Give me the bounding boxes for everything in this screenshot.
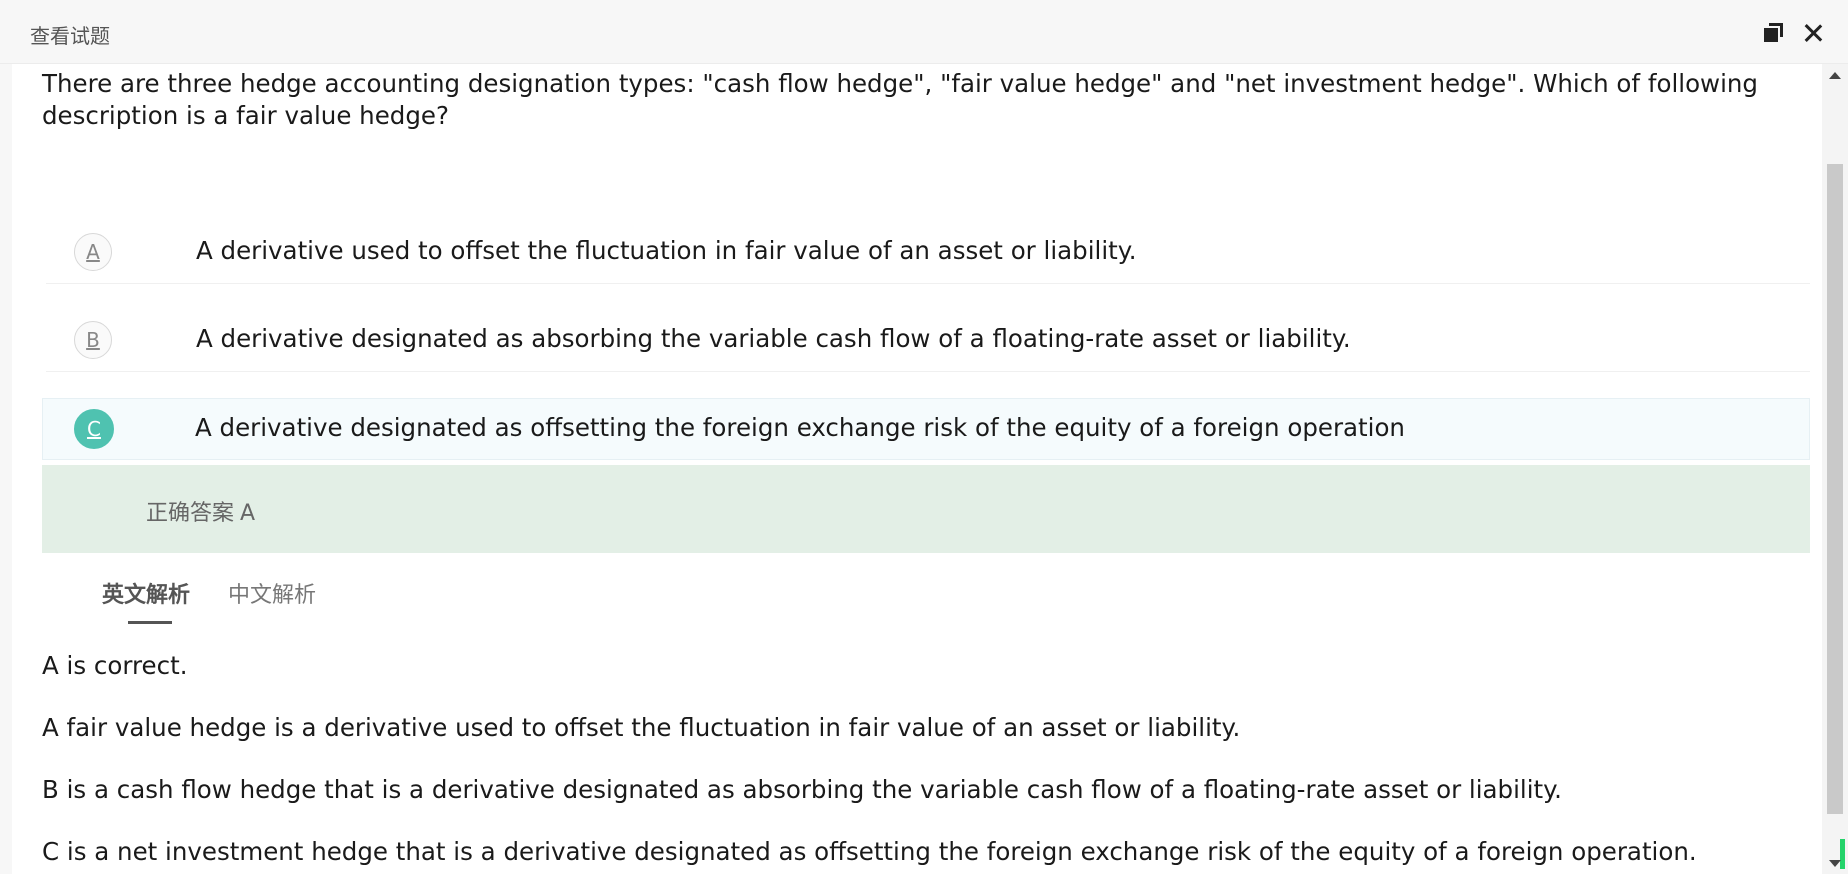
explanation-line: A is correct. bbox=[42, 651, 188, 680]
correct-answer-banner: 正确答案 A bbox=[42, 465, 1810, 553]
vertical-scrollbar[interactable] bbox=[1822, 64, 1848, 874]
option-c[interactable]: C A derivative designated as offsetting … bbox=[42, 398, 1810, 460]
option-b-text[interactable]: A derivative designated as absorbing the… bbox=[196, 324, 1351, 353]
left-rail bbox=[0, 64, 12, 874]
option-b-letter[interactable]: B bbox=[74, 321, 112, 359]
window-titlebar: 查看试题 bbox=[0, 0, 1848, 64]
option-c-text[interactable]: A derivative designated as offsetting th… bbox=[195, 413, 1405, 442]
correct-answer-label: 正确答案 A bbox=[146, 495, 255, 527]
tab-english-explanation[interactable]: 英文解析 bbox=[102, 577, 190, 624]
scroll-thumb[interactable] bbox=[1827, 164, 1843, 814]
explanation-line: C is a net investment hedge that is a de… bbox=[42, 837, 1697, 866]
option-c-letter[interactable]: C bbox=[74, 409, 114, 449]
option-a[interactable]: A A derivative used to offset the fluctu… bbox=[46, 222, 1810, 284]
option-a-text[interactable]: A derivative used to offset the fluctuat… bbox=[196, 236, 1137, 265]
correct-answer-caption: 正确答案 bbox=[146, 501, 235, 526]
question-text: There are three hedge accounting designa… bbox=[42, 69, 1758, 130]
explanation-line: A fair value hedge is a derivative used … bbox=[42, 713, 1241, 742]
window-title: 查看试题 bbox=[30, 24, 110, 48]
option-a-letter[interactable]: A bbox=[74, 233, 112, 271]
scroll-down-arrow-icon[interactable] bbox=[1829, 860, 1841, 867]
correct-answer-value: A bbox=[240, 501, 256, 526]
restore-window-icon[interactable] bbox=[1760, 18, 1790, 48]
tab-chinese-explanation[interactable]: 中文解析 bbox=[228, 577, 316, 609]
option-b[interactable]: B A derivative designated as absorbing t… bbox=[46, 310, 1810, 372]
explanation-line: B is a cash flow hedge that is a derivat… bbox=[42, 775, 1562, 804]
close-icon[interactable] bbox=[1798, 18, 1828, 48]
scroll-up-arrow-icon[interactable] bbox=[1829, 72, 1841, 79]
